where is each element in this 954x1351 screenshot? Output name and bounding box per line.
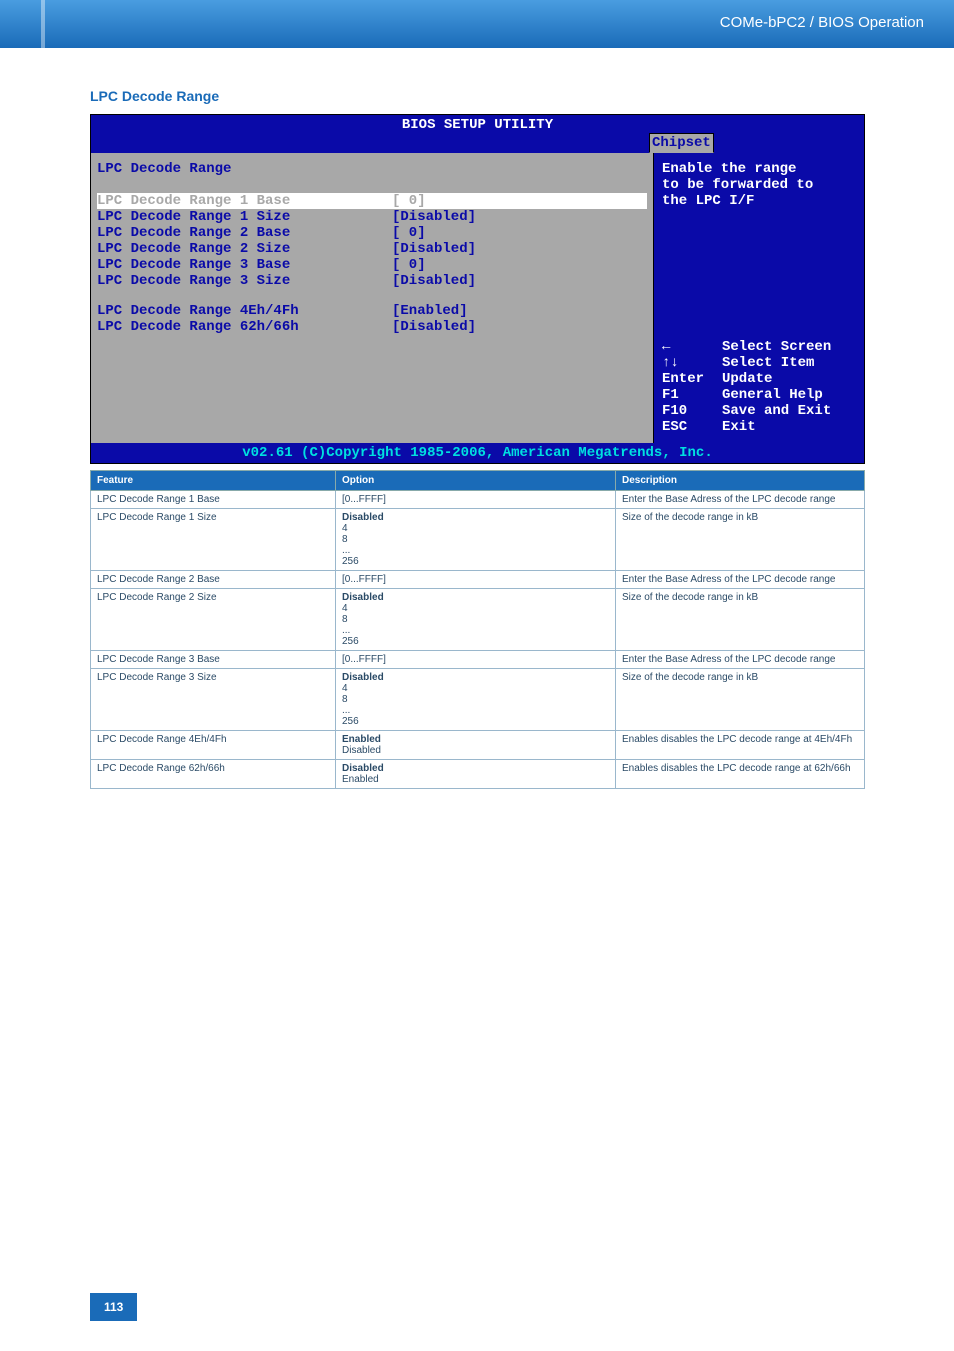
cell-feature: LPC Decode Range 1 Size: [91, 509, 336, 571]
cell-feature: LPC Decode Range 3 Size: [91, 669, 336, 731]
page-content: LPC Decode Range BIOS SETUP UTILITY Chip…: [0, 48, 954, 789]
help-key: ←: [662, 339, 722, 355]
help-label: Select Item: [722, 355, 814, 371]
bios-item-label: LPC Decode Range 1 Size: [97, 209, 392, 225]
section-title: LPC Decode Range: [90, 88, 864, 104]
cell-option: Disabled48...256: [336, 509, 616, 571]
options-table: Feature Option Description LPC Decode Ra…: [90, 470, 865, 789]
help-label: General Help: [722, 387, 823, 403]
page-header: COMe-bPC2 / BIOS Operation: [0, 0, 954, 48]
cell-description: Size of the decode range in kB: [616, 509, 865, 571]
bios-item[interactable]: LPC Decode Range 1 Size [Disabled]: [97, 209, 647, 225]
cell-feature: LPC Decode Range 1 Base: [91, 491, 336, 509]
cell-option: EnabledDisabled: [336, 731, 616, 760]
bios-footer: v02.61 (C)Copyright 1985-2006, American …: [91, 443, 864, 463]
cell-feature: LPC Decode Range 3 Base: [91, 651, 336, 669]
bios-item[interactable]: LPC Decode Range 3 Base [ 0]: [97, 257, 647, 273]
cell-option: DisabledEnabled: [336, 760, 616, 789]
bios-item-value: [ 0]: [392, 257, 426, 273]
bios-item-value: [Disabled]: [392, 273, 476, 289]
cell-option: [0...FFFF]: [336, 651, 616, 669]
bios-item[interactable]: LPC Decode Range 2 Base [ 0]: [97, 225, 647, 241]
table-row: LPC Decode Range 1 SizeDisabled48...256S…: [91, 509, 865, 571]
bios-item-value: [ 0]: [392, 225, 426, 241]
bios-item-value: [Disabled]: [392, 209, 476, 225]
bios-item-label: LPC Decode Range 2 Base: [97, 225, 392, 241]
help-label: Save and Exit: [722, 403, 831, 419]
cell-description: Enter the Base Adress of the LPC decode …: [616, 651, 865, 669]
bios-tab-chipset[interactable]: Chipset: [649, 133, 714, 153]
th-option: Option: [336, 471, 616, 491]
bios-hint-line: to be forwarded to: [662, 177, 856, 193]
bios-item-label: LPC Decode Range 4Eh/4Fh: [97, 303, 392, 319]
header-title: COMe-bPC2 / BIOS Operation: [720, 14, 924, 31]
cell-option: Disabled48...256: [336, 589, 616, 651]
table-row: LPC Decode Range 3 Base[0...FFFF]Enter t…: [91, 651, 865, 669]
help-label: Exit: [722, 419, 756, 435]
table-row: LPC Decode Range 1 Base[0...FFFF]Enter t…: [91, 491, 865, 509]
table-row: LPC Decode Range 2 Base[0...FFFF]Enter t…: [91, 571, 865, 589]
bios-right-panel: Enable the range to be forwarded to the …: [654, 153, 864, 443]
cell-description: Enter the Base Adress of the LPC decode …: [616, 571, 865, 589]
cell-description: Size of the decode range in kB: [616, 589, 865, 651]
bios-item[interactable]: LPC Decode Range 3 Size [Disabled]: [97, 273, 647, 289]
th-feature: Feature: [91, 471, 336, 491]
bios-panel-title: LPC Decode Range: [97, 161, 647, 177]
bios-screenshot: BIOS SETUP UTILITY Chipset LPC Decode Ra…: [90, 114, 864, 464]
cell-description: Enter the Base Adress of the LPC decode …: [616, 491, 865, 509]
page-number: 113: [90, 1293, 137, 1321]
bios-item-label: LPC Decode Range 3 Base: [97, 257, 392, 273]
bios-tab-row: Chipset: [91, 135, 864, 153]
help-label: Update: [722, 371, 772, 387]
help-label: Select Screen: [722, 339, 831, 355]
bios-item-value: [Disabled]: [392, 319, 476, 335]
table-row: LPC Decode Range 2 SizeDisabled48...256S…: [91, 589, 865, 651]
help-key: ESC: [662, 419, 722, 435]
help-key: F1: [662, 387, 722, 403]
table-row: LPC Decode Range 3 SizeDisabled48...256S…: [91, 669, 865, 731]
cell-option: Disabled48...256: [336, 669, 616, 731]
help-key: ↑↓: [662, 355, 722, 371]
cell-description: Enables disables the LPC decode range at…: [616, 731, 865, 760]
bios-item-value: [ 0]: [392, 193, 426, 209]
bios-title: BIOS SETUP UTILITY: [402, 117, 553, 133]
bios-item-label: LPC Decode Range 2 Size: [97, 241, 392, 257]
bios-item-label: LPC Decode Range 3 Size: [97, 273, 392, 289]
th-description: Description: [616, 471, 865, 491]
bios-item[interactable]: LPC Decode Range 62h/66h [Disabled]: [97, 319, 647, 335]
bios-item-label: LPC Decode Range 1 Base: [97, 193, 392, 209]
bios-help-legend: ←Select Screen ↑↓Select Item EnterUpdate…: [662, 339, 856, 435]
bios-left-panel: LPC Decode Range LPC Decode Range 1 Base…: [91, 153, 654, 443]
bios-item-label: LPC Decode Range 62h/66h: [97, 319, 392, 335]
cell-description: Size of the decode range in kB: [616, 669, 865, 731]
cell-feature: LPC Decode Range 4Eh/4Fh: [91, 731, 336, 760]
cell-feature: LPC Decode Range 62h/66h: [91, 760, 336, 789]
bios-item-value: [Enabled]: [392, 303, 468, 319]
cell-feature: LPC Decode Range 2 Size: [91, 589, 336, 651]
header-divider: [41, 0, 45, 48]
cell-option: [0...FFFF]: [336, 571, 616, 589]
table-row: LPC Decode Range 4Eh/4FhEnabledDisabledE…: [91, 731, 865, 760]
cell-description: Enables disables the LPC decode range at…: [616, 760, 865, 789]
help-key: F10: [662, 403, 722, 419]
bios-item[interactable]: LPC Decode Range 2 Size [Disabled]: [97, 241, 647, 257]
bios-item-value: [Disabled]: [392, 241, 476, 257]
cell-option: [0...FFFF]: [336, 491, 616, 509]
bios-item[interactable]: LPC Decode Range 4Eh/4Fh [Enabled]: [97, 303, 647, 319]
bios-hint-line: Enable the range: [662, 161, 856, 177]
table-row: LPC Decode Range 62h/66hDisabledEnabledE…: [91, 760, 865, 789]
bios-hint-line: the LPC I/F: [662, 193, 856, 209]
cell-feature: LPC Decode Range 2 Base: [91, 571, 336, 589]
help-key: Enter: [662, 371, 722, 387]
bios-item[interactable]: LPC Decode Range 1 Base [ 0]: [97, 193, 647, 209]
bios-title-bar: BIOS SETUP UTILITY: [91, 115, 864, 135]
